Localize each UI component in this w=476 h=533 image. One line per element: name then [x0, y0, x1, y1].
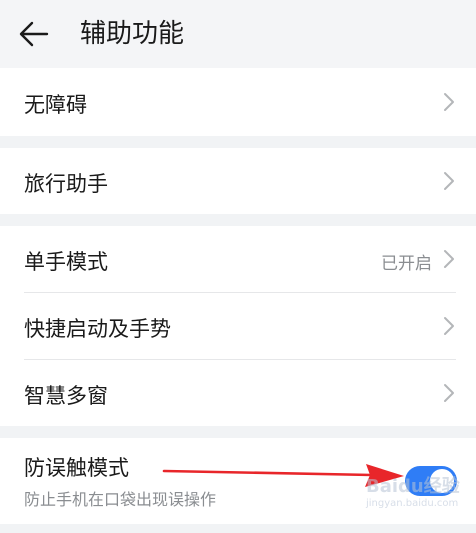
- chevron-right-icon: [444, 93, 454, 111]
- page-title: 辅助功能: [80, 19, 185, 49]
- accidental-touch-toggle[interactable]: [405, 466, 457, 496]
- settings-group-1: 无障碍: [0, 68, 476, 136]
- chevron-right-icon: [444, 250, 454, 268]
- header: 辅助功能: [0, 0, 476, 68]
- settings-item-one-hand-mode[interactable]: 单手模式 已开启: [0, 226, 476, 292]
- settings-item-label: 防误触模式: [24, 456, 129, 480]
- settings-item-label: 旅行助手: [24, 172, 108, 196]
- toggle-knob: [430, 469, 454, 493]
- settings-item-label: 无障碍: [24, 93, 87, 117]
- settings-item-smart-multi-window[interactable]: 智慧多窗: [0, 360, 476, 426]
- chevron-right-icon: [444, 317, 454, 335]
- settings-item-accidental-touch-mode: 防误触模式 防止手机在口袋出现误操作: [0, 438, 476, 524]
- settings-item-accessibility[interactable]: 无障碍: [0, 68, 476, 136]
- chevron-right-icon: [444, 172, 454, 190]
- settings-group-3: 单手模式 已开启 快捷启动及手势 智慧多窗: [0, 226, 476, 426]
- settings-item-travel-assistant[interactable]: 旅行助手: [0, 148, 476, 214]
- settings-item-quick-launch-gestures[interactable]: 快捷启动及手势: [0, 293, 476, 359]
- settings-group-2: 旅行助手: [0, 148, 476, 214]
- back-button[interactable]: [14, 14, 54, 54]
- settings-item-label: 快捷启动及手势: [24, 317, 171, 341]
- arrow-left-icon: [19, 21, 49, 47]
- chevron-right-icon: [444, 384, 454, 402]
- settings-item-label: 单手模式: [24, 250, 108, 274]
- settings-item-description: 防止手机在口袋出现误操作: [24, 490, 217, 509]
- settings-item-label: 智慧多窗: [24, 384, 108, 408]
- settings-group-4: 防误触模式 防止手机在口袋出现误操作: [0, 438, 476, 524]
- status-value: 已开启: [381, 254, 432, 274]
